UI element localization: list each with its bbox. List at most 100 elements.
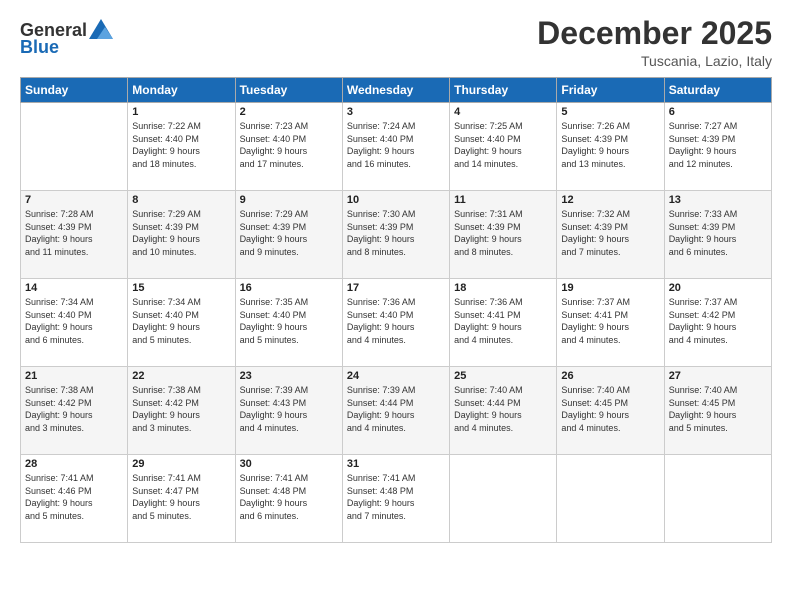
cell-content: Sunrise: 7:35 AM	[240, 296, 338, 309]
cell-content: Sunset: 4:41 PM	[561, 309, 659, 322]
cell-content: Sunrise: 7:40 AM	[669, 384, 767, 397]
cell-content: Sunset: 4:42 PM	[132, 397, 230, 410]
cell-content: Sunrise: 7:25 AM	[454, 120, 552, 133]
cell-content: and 18 minutes.	[132, 158, 230, 171]
cell-content: and 14 minutes.	[454, 158, 552, 171]
cell-content: Sunset: 4:39 PM	[561, 221, 659, 234]
cell-content: Sunrise: 7:22 AM	[132, 120, 230, 133]
col-monday: Monday	[128, 78, 235, 103]
cell-content: and 5 minutes.	[240, 334, 338, 347]
cell-content: and 7 minutes.	[561, 246, 659, 259]
cell-content: Sunset: 4:40 PM	[132, 133, 230, 146]
cell-content: Daylight: 9 hours	[347, 497, 445, 510]
cell-content: Sunrise: 7:29 AM	[132, 208, 230, 221]
cell-content: Sunset: 4:42 PM	[669, 309, 767, 322]
cell-content: and 6 minutes.	[25, 334, 123, 347]
cell-content: Daylight: 9 hours	[669, 409, 767, 422]
cell-content: Sunrise: 7:37 AM	[669, 296, 767, 309]
cell-content: Daylight: 9 hours	[561, 233, 659, 246]
calendar-week-row: 1Sunrise: 7:22 AMSunset: 4:40 PMDaylight…	[21, 103, 772, 191]
cell-content: and 8 minutes.	[347, 246, 445, 259]
cell-content: Sunset: 4:40 PM	[240, 309, 338, 322]
cell-content: and 4 minutes.	[454, 334, 552, 347]
cell-content: Daylight: 9 hours	[347, 233, 445, 246]
col-friday: Friday	[557, 78, 664, 103]
cell-content: and 4 minutes.	[347, 334, 445, 347]
day-number: 16	[240, 282, 338, 294]
page: General Blue December 2025 Tuscania, Laz…	[0, 0, 792, 612]
cell-content: Sunset: 4:45 PM	[669, 397, 767, 410]
day-number: 30	[240, 458, 338, 470]
day-number: 5	[561, 106, 659, 118]
cell-content: Sunrise: 7:24 AM	[347, 120, 445, 133]
cell-content: Daylight: 9 hours	[240, 321, 338, 334]
cell-content: Sunset: 4:39 PM	[132, 221, 230, 234]
calendar-week-row: 21Sunrise: 7:38 AMSunset: 4:42 PMDayligh…	[21, 367, 772, 455]
calendar-week-row: 28Sunrise: 7:41 AMSunset: 4:46 PMDayligh…	[21, 455, 772, 543]
col-thursday: Thursday	[450, 78, 557, 103]
calendar-week-row: 7Sunrise: 7:28 AMSunset: 4:39 PMDaylight…	[21, 191, 772, 279]
table-row: 27Sunrise: 7:40 AMSunset: 4:45 PMDayligh…	[664, 367, 771, 455]
cell-content: Sunset: 4:47 PM	[132, 485, 230, 498]
cell-content: Daylight: 9 hours	[561, 321, 659, 334]
cell-content: Daylight: 9 hours	[25, 321, 123, 334]
cell-content: Sunset: 4:40 PM	[347, 133, 445, 146]
cell-content: and 6 minutes.	[240, 510, 338, 523]
cell-content: Sunset: 4:44 PM	[454, 397, 552, 410]
cell-content: Sunset: 4:39 PM	[454, 221, 552, 234]
cell-content: Daylight: 9 hours	[347, 145, 445, 158]
cell-content: Daylight: 9 hours	[240, 409, 338, 422]
table-row: 29Sunrise: 7:41 AMSunset: 4:47 PMDayligh…	[128, 455, 235, 543]
cell-content: Sunrise: 7:39 AM	[240, 384, 338, 397]
cell-content: Sunset: 4:44 PM	[347, 397, 445, 410]
table-row: 26Sunrise: 7:40 AMSunset: 4:45 PMDayligh…	[557, 367, 664, 455]
cell-content: Sunset: 4:48 PM	[347, 485, 445, 498]
cell-content: Sunrise: 7:33 AM	[669, 208, 767, 221]
table-row: 6Sunrise: 7:27 AMSunset: 4:39 PMDaylight…	[664, 103, 771, 191]
logo-icon	[89, 19, 113, 39]
day-number: 1	[132, 106, 230, 118]
cell-content: Daylight: 9 hours	[132, 321, 230, 334]
table-row: 3Sunrise: 7:24 AMSunset: 4:40 PMDaylight…	[342, 103, 449, 191]
calendar-header-row: Sunday Monday Tuesday Wednesday Thursday…	[21, 78, 772, 103]
col-sunday: Sunday	[21, 78, 128, 103]
cell-content: and 16 minutes.	[347, 158, 445, 171]
cell-content: Sunrise: 7:37 AM	[561, 296, 659, 309]
cell-content: Sunset: 4:41 PM	[454, 309, 552, 322]
table-row: 1Sunrise: 7:22 AMSunset: 4:40 PMDaylight…	[128, 103, 235, 191]
day-number: 17	[347, 282, 445, 294]
cell-content: Daylight: 9 hours	[669, 321, 767, 334]
table-row: 17Sunrise: 7:36 AMSunset: 4:40 PMDayligh…	[342, 279, 449, 367]
day-number: 11	[454, 194, 552, 206]
cell-content: Daylight: 9 hours	[347, 321, 445, 334]
cell-content: Daylight: 9 hours	[669, 145, 767, 158]
cell-content: Sunset: 4:43 PM	[240, 397, 338, 410]
day-number: 2	[240, 106, 338, 118]
cell-content: Sunset: 4:40 PM	[454, 133, 552, 146]
cell-content: Sunset: 4:40 PM	[25, 309, 123, 322]
cell-content: and 6 minutes.	[669, 246, 767, 259]
day-number: 8	[132, 194, 230, 206]
cell-content: Daylight: 9 hours	[240, 497, 338, 510]
cell-content: and 4 minutes.	[347, 422, 445, 435]
cell-content: and 8 minutes.	[454, 246, 552, 259]
cell-content: Sunrise: 7:26 AM	[561, 120, 659, 133]
table-row	[450, 455, 557, 543]
cell-content: Sunrise: 7:40 AM	[561, 384, 659, 397]
cell-content: Daylight: 9 hours	[454, 321, 552, 334]
table-row: 14Sunrise: 7:34 AMSunset: 4:40 PMDayligh…	[21, 279, 128, 367]
cell-content: and 4 minutes.	[240, 422, 338, 435]
cell-content: and 4 minutes.	[561, 422, 659, 435]
day-number: 19	[561, 282, 659, 294]
cell-content: Sunrise: 7:34 AM	[132, 296, 230, 309]
table-row: 10Sunrise: 7:30 AMSunset: 4:39 PMDayligh…	[342, 191, 449, 279]
cell-content: Sunset: 4:40 PM	[240, 133, 338, 146]
cell-content: Sunrise: 7:36 AM	[347, 296, 445, 309]
logo-blue: Blue	[20, 37, 59, 58]
cell-content: Sunrise: 7:36 AM	[454, 296, 552, 309]
day-number: 13	[669, 194, 767, 206]
col-wednesday: Wednesday	[342, 78, 449, 103]
cell-content: Sunset: 4:45 PM	[561, 397, 659, 410]
cell-content: Daylight: 9 hours	[25, 497, 123, 510]
cell-content: and 13 minutes.	[561, 158, 659, 171]
